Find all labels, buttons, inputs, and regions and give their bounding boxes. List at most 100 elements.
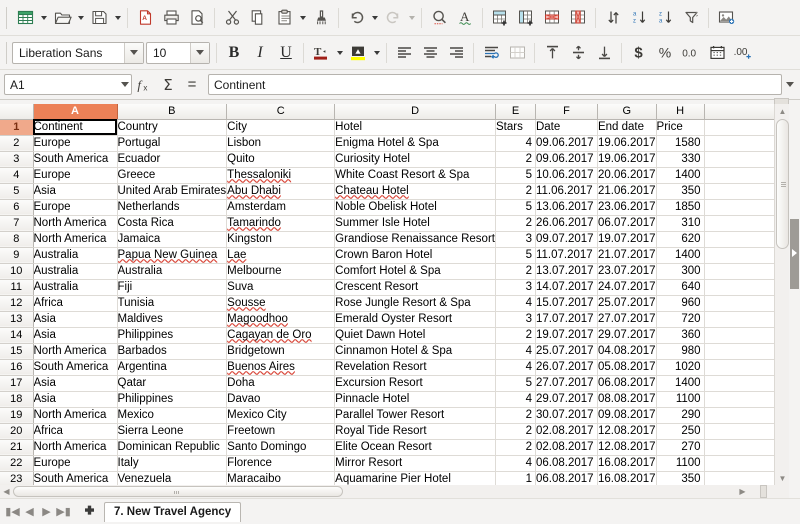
cell-D2[interactable]: Enigma Hotel & Spa (335, 135, 496, 151)
cell-F8[interactable]: 09.07.2017 (535, 231, 597, 247)
cell-C20[interactable]: Freetown (227, 423, 335, 439)
font-color-dropdown[interactable] (334, 41, 345, 65)
cell-F22[interactable]: 06.08.2017 (535, 455, 597, 471)
cell-C17[interactable]: Doha (227, 375, 335, 391)
print-preview-icon[interactable] (184, 5, 210, 31)
row-header-19[interactable]: 19 (0, 407, 33, 423)
cell-A18[interactable]: Asia (33, 391, 117, 407)
cell-D22[interactable]: Mirror Resort (335, 455, 496, 471)
save-icon[interactable] (86, 5, 112, 31)
cell-D14[interactable]: Quiet Dawn Hotel (335, 327, 496, 343)
row-header-20[interactable]: 20 (0, 423, 33, 439)
copy-icon[interactable] (245, 5, 271, 31)
cell-C2[interactable]: Lisbon (227, 135, 335, 151)
redo-dropdown[interactable] (406, 6, 417, 30)
cell-H6[interactable]: 1850 (656, 199, 704, 215)
cell-H18[interactable]: 1100 (656, 391, 704, 407)
format-date-icon[interactable] (704, 40, 730, 66)
row-header-14[interactable]: 14 (0, 327, 33, 343)
cell-A10[interactable]: Australia (33, 263, 117, 279)
format-percent-icon[interactable]: % (652, 40, 678, 66)
new-document-dropdown[interactable] (38, 6, 49, 30)
cell-B21[interactable]: Dominican Republic (117, 439, 227, 455)
cell-G20[interactable]: 12.08.2017 (597, 423, 656, 439)
cell-F16[interactable]: 26.07.2017 (535, 359, 597, 375)
row-header-15[interactable]: 15 (0, 343, 33, 359)
cell-H13[interactable]: 720 (656, 311, 704, 327)
cell-H21[interactable]: 270 (656, 439, 704, 455)
column-header-e[interactable]: E (495, 104, 535, 119)
font-color-icon[interactable]: T (308, 40, 334, 66)
vertical-scroll-thumb[interactable] (776, 119, 789, 249)
cell-D6[interactable]: Noble Obelisk Hotel (335, 199, 496, 215)
cell-C12[interactable]: Sousse (227, 295, 335, 311)
vertical-scrollbar[interactable]: ▲ ▼ (774, 104, 789, 485)
cell-F15[interactable]: 25.07.2017 (535, 343, 597, 359)
cell-C15[interactable]: Bridgetown (227, 343, 335, 359)
cell-D11[interactable]: Crescent Resort (335, 279, 496, 295)
cell-F11[interactable]: 14.07.2017 (535, 279, 597, 295)
align-left-icon[interactable] (391, 40, 417, 66)
cell-G8[interactable]: 19.07.2017 (597, 231, 656, 247)
cell-H4[interactable]: 1400 (656, 167, 704, 183)
cell-C18[interactable]: Davao (227, 391, 335, 407)
row-header-18[interactable]: 18 (0, 391, 33, 407)
cell-B10[interactable]: Australia (117, 263, 227, 279)
cell-G14[interactable]: 29.07.2017 (597, 327, 656, 343)
clone-formatting-icon[interactable] (308, 5, 334, 31)
cell-G4[interactable]: 20.06.2017 (597, 167, 656, 183)
previous-sheet-button[interactable]: ◀ (21, 502, 38, 522)
toolbar-gripper[interactable] (4, 7, 11, 29)
cell-H22[interactable]: 1100 (656, 455, 704, 471)
row-header-5[interactable]: 5 (0, 183, 33, 199)
cell-E14[interactable]: 2 (495, 327, 535, 343)
cell-G13[interactable]: 27.07.2017 (597, 311, 656, 327)
cell-D18[interactable]: Pinnacle Hotel (335, 391, 496, 407)
cell-E18[interactable]: 4 (495, 391, 535, 407)
scroll-left-icon[interactable]: ◀ (0, 485, 13, 498)
cell-C8[interactable]: Kingston (227, 231, 335, 247)
cell-A12[interactable]: Africa (33, 295, 117, 311)
cell-D4[interactable]: White Coast Resort & Spa (335, 167, 496, 183)
new-document-icon[interactable] (12, 5, 38, 31)
cell-B2[interactable]: Portugal (117, 135, 227, 151)
align-top-icon[interactable] (539, 40, 565, 66)
row-header-10[interactable]: 10 (0, 263, 33, 279)
scroll-up-icon[interactable]: ▲ (775, 104, 790, 118)
cell-E7[interactable]: 2 (495, 215, 535, 231)
cell-B3[interactable]: Ecuador (117, 151, 227, 167)
highlighting-color-dropdown[interactable] (371, 41, 382, 65)
spreadsheet-grid[interactable]: ABCDEFGH 1ContinentCountryCityHotelStars… (0, 104, 800, 498)
row-header-3[interactable]: 3 (0, 151, 33, 167)
cell-E1[interactable]: Stars (495, 119, 535, 135)
cell-C16[interactable]: Buenos Aires (227, 359, 335, 375)
row-header-13[interactable]: 13 (0, 311, 33, 327)
cell-A17[interactable]: Asia (33, 375, 117, 391)
insert-rows-icon[interactable] (487, 5, 513, 31)
name-box-dropdown-arrow[interactable] (119, 74, 131, 95)
cell-G18[interactable]: 08.08.2017 (597, 391, 656, 407)
font-name-dropdown-arrow[interactable] (124, 43, 143, 63)
cell-F21[interactable]: 02.08.2017 (535, 439, 597, 455)
cell-D13[interactable]: Emerald Oyster Resort (335, 311, 496, 327)
cell-F13[interactable]: 17.07.2017 (535, 311, 597, 327)
cell-D3[interactable]: Curiosity Hotel (335, 151, 496, 167)
italic-button[interactable]: I (247, 40, 273, 66)
cell-D8[interactable]: Grandiose Renaissance Resort (335, 231, 496, 247)
formula-input-line[interactable]: Continent (208, 74, 782, 95)
cell-C22[interactable]: Florence (227, 455, 335, 471)
row-header-12[interactable]: 12 (0, 295, 33, 311)
cell-A14[interactable]: Asia (33, 327, 117, 343)
first-sheet-button[interactable]: ▮◀ (4, 502, 21, 522)
insert-columns-icon[interactable] (513, 5, 539, 31)
cell-E15[interactable]: 4 (495, 343, 535, 359)
row-header-17[interactable]: 17 (0, 375, 33, 391)
column-header-f[interactable]: F (535, 104, 597, 119)
column-header-b[interactable]: B (117, 104, 227, 119)
save-dropdown[interactable] (112, 6, 123, 30)
scroll-right-icon[interactable]: ▶ (736, 485, 749, 498)
cell-F20[interactable]: 02.08.2017 (535, 423, 597, 439)
paste-dropdown[interactable] (297, 6, 308, 30)
sidebar-strip[interactable] (789, 104, 800, 498)
next-sheet-button[interactable]: ▶ (38, 502, 55, 522)
